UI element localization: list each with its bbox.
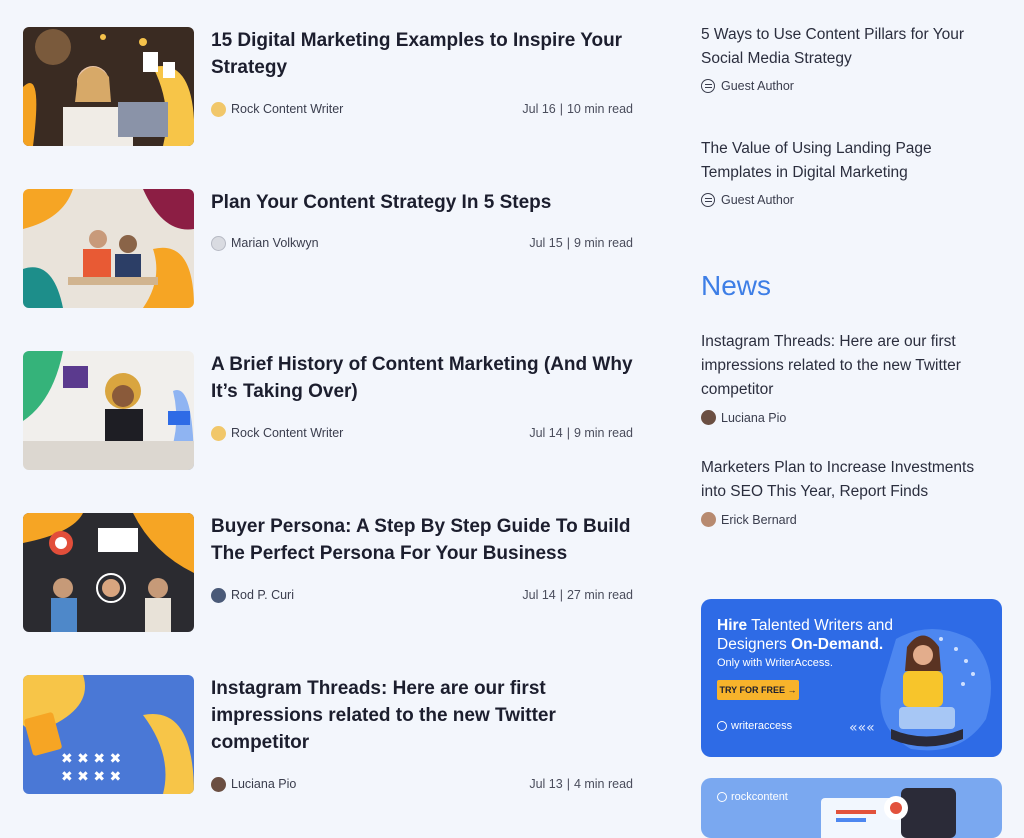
author-avatar <box>211 235 226 251</box>
promo-headline: Hire Talented Writers and Designers On-D… <box>717 617 894 653</box>
article-card[interactable]: A Brief History of Content Marketing (An… <box>23 351 633 471</box>
sidebar-author-name[interactable]: Guest Author <box>721 79 794 93</box>
article-date: Jul 14 <box>529 426 563 440</box>
author-avatar <box>211 101 226 117</box>
article-read-time: 9 min read <box>573 236 633 250</box>
news-title[interactable]: Instagram Threads: Here are our first im… <box>701 330 991 402</box>
guest-author-icon <box>701 79 715 93</box>
article-card[interactable]: Buyer Persona: A Step By Step Guide To B… <box>23 513 633 633</box>
news-item[interactable]: Instagram Threads: Here are our first im… <box>701 330 991 425</box>
writeraccess-brand-text: writeraccess <box>731 720 793 732</box>
promo2-illustration <box>821 788 956 838</box>
article-card[interactable]: ✖ ✖ ✖ ✖ ✖ ✖ ✖ ✖ Instagram Threads: Here … <box>23 675 633 795</box>
article-meta: Rod P. Curi Jul 14 | 27 min read <box>211 586 633 604</box>
article-thumbnail[interactable]: ✖ ✖ ✖ ✖ ✖ ✖ ✖ ✖ <box>23 675 194 794</box>
sidebar-featured-author: Guest Author <box>701 193 991 207</box>
article-card[interactable]: 15 Digital Marketing Examples to Inspire… <box>23 27 633 147</box>
article-author[interactable]: Rock Content Writer <box>231 102 522 116</box>
article-meta: Rock Content Writer Jul 16 | 10 min read <box>211 100 633 118</box>
article-author[interactable]: Luciana Pio <box>231 777 529 791</box>
news-title[interactable]: Marketers Plan to Increase Investments i… <box>701 456 991 504</box>
promo-subline: Only with WriterAccess. <box>717 657 833 669</box>
try-for-free-button[interactable]: TRY FOR FREE → <box>717 680 799 700</box>
article-author[interactable]: Rock Content Writer <box>231 426 529 440</box>
svg-text:✖ ✖ ✖ ✖: ✖ ✖ ✖ ✖ <box>61 769 121 785</box>
rockcontent-logo-icon <box>717 792 727 802</box>
article-date: Jul 16 <box>522 102 556 116</box>
article-read-time: 9 min read <box>573 426 633 440</box>
svg-text:«««: ««« <box>849 720 875 736</box>
article-title[interactable]: Plan Your Content Strategy In 5 Steps <box>211 189 636 216</box>
writeraccess-promo-banner[interactable]: ««« Hire Talented Writers and Designers … <box>701 599 1002 757</box>
meta-separator: | <box>566 236 570 250</box>
article-date: Jul 13 <box>529 777 563 791</box>
meta-separator: | <box>566 777 570 791</box>
rockcontent-logo: rockcontent <box>717 791 788 803</box>
article-title[interactable]: Instagram Threads: Here are our first im… <box>211 675 636 756</box>
article-read-time: 10 min read <box>566 102 633 116</box>
sidebar-featured-item[interactable]: 5 Ways to Use Content Pillars for Your S… <box>701 23 991 93</box>
article-date: Jul 15 <box>529 236 563 250</box>
svg-text:✖ ✖ ✖ ✖: ✖ ✖ ✖ ✖ <box>61 751 121 767</box>
news-author-name[interactable]: Luciana Pio <box>721 411 786 425</box>
article-thumbnail[interactable] <box>23 513 194 632</box>
article-meta: Marian Volkwyn Jul 15 | 9 min read <box>211 234 633 252</box>
article-author[interactable]: Rod P. Curi <box>231 588 522 602</box>
sidebar-featured-item[interactable]: The Value of Using Landing Page Template… <box>701 137 991 207</box>
article-thumbnail[interactable] <box>23 27 194 146</box>
author-avatar <box>211 776 226 792</box>
sidebar-featured-title[interactable]: 5 Ways to Use Content Pillars for Your S… <box>701 23 991 71</box>
meta-separator: | <box>566 426 570 440</box>
news-item[interactable]: Marketers Plan to Increase Investments i… <box>701 456 991 527</box>
article-read-time: 4 min read <box>573 777 633 791</box>
sidebar-featured-title[interactable]: The Value of Using Landing Page Template… <box>701 137 991 185</box>
news-heading: News <box>701 270 772 301</box>
article-title[interactable]: Buyer Persona: A Step By Step Guide To B… <box>211 513 636 567</box>
meta-separator: | <box>559 588 563 602</box>
author-avatar <box>211 425 226 441</box>
article-thumbnail[interactable] <box>23 189 194 308</box>
writeraccess-logo: writeraccess <box>717 720 792 732</box>
article-title[interactable]: A Brief History of Content Marketing (An… <box>211 351 636 405</box>
article-card[interactable]: Plan Your Content Strategy In 5 Steps Ma… <box>23 189 633 309</box>
meta-separator: | <box>559 102 563 116</box>
article-meta: Rock Content Writer Jul 14 | 9 min read <box>211 424 633 442</box>
news-author: Luciana Pio <box>701 410 991 425</box>
article-meta: Luciana Pio Jul 13 | 4 min read <box>211 775 633 793</box>
sidebar-author-name[interactable]: Guest Author <box>721 193 794 207</box>
writeraccess-logo-icon <box>717 721 727 731</box>
guest-author-icon <box>701 193 715 207</box>
article-date: Jul 14 <box>522 588 556 602</box>
author-avatar <box>701 512 716 527</box>
author-avatar <box>211 587 226 603</box>
rockcontent-promo-banner[interactable]: rockcontent <box>701 778 1002 838</box>
article-title[interactable]: 15 Digital Marketing Examples to Inspire… <box>211 27 636 81</box>
news-author-name[interactable]: Erick Bernard <box>721 513 797 527</box>
article-read-time: 27 min read <box>566 588 633 602</box>
article-author[interactable]: Marian Volkwyn <box>231 236 529 250</box>
article-thumbnail[interactable] <box>23 351 194 470</box>
author-avatar <box>701 410 716 425</box>
sidebar-featured-author: Guest Author <box>701 79 991 93</box>
news-author: Erick Bernard <box>701 512 991 527</box>
rockcontent-brand-text: rockcontent <box>731 791 788 803</box>
